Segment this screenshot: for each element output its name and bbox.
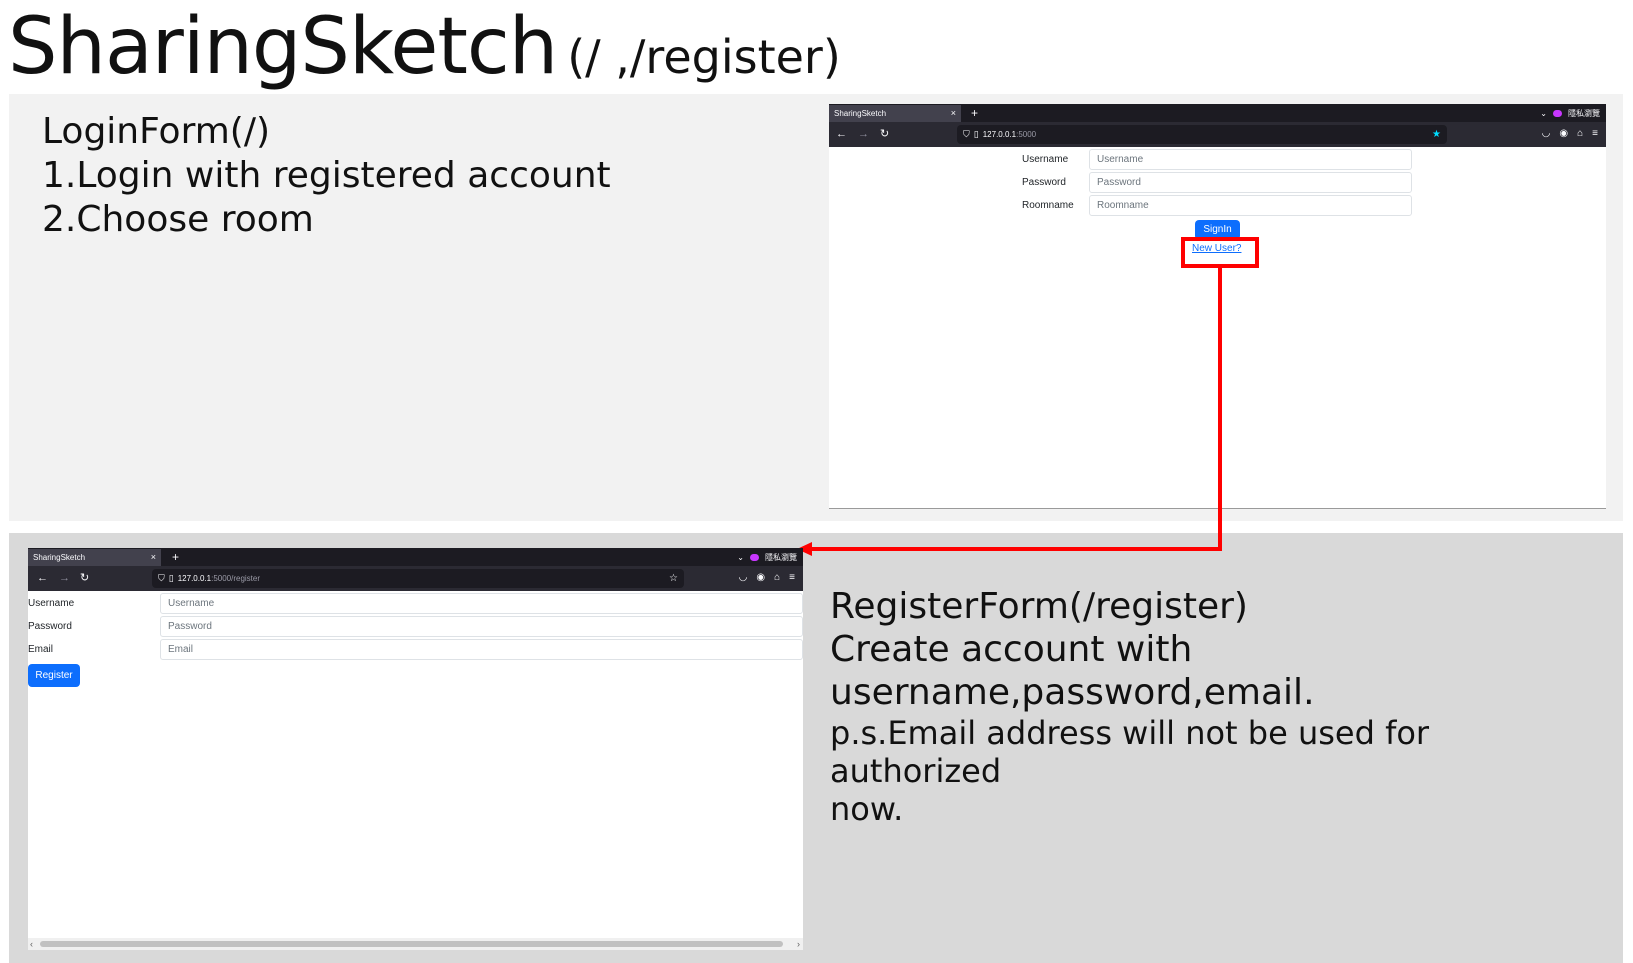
username-label: Username <box>28 598 75 609</box>
private-browsing-label: 隱私瀏覽 <box>1568 108 1600 118</box>
browser-tab[interactable]: SharingSketch × <box>829 105 961 122</box>
page-bottom-border <box>829 508 1606 509</box>
username-input[interactable]: Username <box>1089 149 1412 170</box>
account-icon[interactable]: ◉ <box>756 571 765 585</box>
pocket-icon[interactable]: ◡ <box>1542 127 1551 141</box>
roomname-input[interactable]: Roomname <box>1089 195 1412 216</box>
register-browser-window: SharingSketch × + ⌄ 隱私瀏覽 ← → ↻ ⛉ ▯ 127.0.0… <box>28 548 803 950</box>
browser-nav-bar: ← → ↻ ⛉ ▯ 127.0.0.1:5000/register ☆ ◡ ◉ ⌂ … <box>28 566 803 591</box>
register-desc-note: p.s.Email address will not be used for a… <box>830 714 1430 790</box>
password-label: Password <box>1022 177 1066 188</box>
login-desc-line: 1.Login with registered account <box>42 155 611 196</box>
scroll-left-icon[interactable]: ‹ <box>30 938 33 950</box>
menu-icon[interactable]: ≡ <box>1592 127 1598 141</box>
new-user-highlight-box <box>1181 237 1259 268</box>
chevron-down-icon[interactable]: ⌄ <box>737 553 744 562</box>
browser-tab[interactable]: SharingSketch × <box>28 549 161 566</box>
login-desc-line: 2.Choose room <box>42 199 314 240</box>
register-description: RegisterForm(/register) Create account w… <box>830 585 1590 828</box>
register-button[interactable]: Register <box>28 664 80 687</box>
forward-icon[interactable]: → <box>858 127 869 141</box>
url-bar[interactable]: ⛉ ▯ 127.0.0.1:5000/register ☆ <box>152 569 684 588</box>
password-label: Password <box>28 621 72 632</box>
chevron-down-icon[interactable]: ⌄ <box>1540 109 1547 118</box>
username-input[interactable]: Username <box>160 593 803 614</box>
password-input[interactable]: Password <box>160 616 803 637</box>
roomname-label: Roomname <box>1022 200 1074 211</box>
register-desc-line: RegisterForm(/register) <box>830 586 1248 627</box>
back-icon[interactable]: ← <box>37 571 48 585</box>
url-path: :5000 <box>1016 130 1037 139</box>
register-desc-line: username,password,email. <box>830 672 1315 713</box>
new-tab-button[interactable]: + <box>971 104 978 122</box>
shield-icon: ⛉ <box>963 129 970 139</box>
tab-title: SharingSketch <box>834 109 887 118</box>
register-desc-note: now. <box>830 790 904 828</box>
url-host: 127.0.0.1 <box>177 574 212 583</box>
private-browsing-icon <box>1553 109 1562 117</box>
shield-icon: ⛉ <box>158 573 165 583</box>
email-label: Email <box>28 644 54 655</box>
new-tab-button[interactable]: + <box>172 548 179 566</box>
login-browser-window: SharingSketch × + ⌄ 隱私瀏覽 ← → ↻ ⛉ ▯ 127.0.0… <box>829 104 1606 509</box>
username-label: Username <box>1022 154 1069 165</box>
email-input[interactable]: Email <box>160 639 803 660</box>
extensions-icon[interactable]: ⌂ <box>774 571 780 585</box>
scroll-right-icon[interactable]: › <box>797 938 800 950</box>
password-input[interactable]: Password <box>1089 172 1412 193</box>
register-desc-line: Create account with <box>830 629 1193 670</box>
reload-icon[interactable]: ↻ <box>880 127 889 141</box>
account-icon[interactable]: ◉ <box>1559 127 1568 141</box>
login-description: LoginForm(/) 1.Login with registered acc… <box>42 110 611 242</box>
url-host: 127.0.0.1 <box>982 130 1017 139</box>
scrollbar-thumb[interactable] <box>40 941 783 947</box>
login-desc-line: LoginForm(/) <box>42 111 271 152</box>
pocket-icon[interactable]: ◡ <box>739 571 748 585</box>
private-browsing-label: 隱私瀏覽 <box>765 552 797 562</box>
forward-icon[interactable]: → <box>59 571 70 585</box>
page-icon: ▯ <box>973 129 979 139</box>
reload-icon[interactable]: ↻ <box>80 571 89 585</box>
extensions-icon[interactable]: ⌂ <box>1577 127 1583 141</box>
url-bar[interactable]: ⛉ ▯ 127.0.0.1:5000 ★ <box>957 125 1447 144</box>
back-icon[interactable]: ← <box>836 127 847 141</box>
close-tab-icon[interactable]: × <box>151 549 156 566</box>
private-browsing-icon <box>750 553 759 561</box>
tab-title: SharingSketch <box>33 553 86 562</box>
bookmark-star-icon[interactable]: ★ <box>1432 125 1441 144</box>
slide-title: SharingSketch (/ ,/register) <box>8 2 841 92</box>
slide-title-routes: (/ ,/register) <box>567 30 841 84</box>
slide-title-main: SharingSketch <box>8 2 558 92</box>
page-icon: ▯ <box>168 573 174 583</box>
bookmark-star-icon[interactable]: ☆ <box>669 569 678 588</box>
url-path: :5000/register <box>211 574 261 583</box>
browser-nav-bar: ← → ↻ ⛉ ▯ 127.0.0.1:5000 ★ ◡ ◉ ⌂ ≡ <box>829 122 1606 147</box>
browser-tab-bar: SharingSketch × + ⌄ 隱私瀏覽 <box>28 548 803 566</box>
close-tab-icon[interactable]: × <box>951 105 956 122</box>
browser-tab-bar: SharingSketch × + ⌄ 隱私瀏覽 <box>829 104 1606 122</box>
menu-icon[interactable]: ≡ <box>789 571 795 585</box>
horizontal-scrollbar[interactable]: ‹ › <box>28 938 803 950</box>
